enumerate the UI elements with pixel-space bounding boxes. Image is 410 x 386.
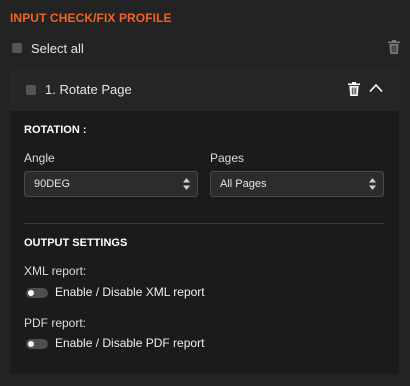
rotation-section-title: ROTATION : — [24, 124, 87, 136]
angle-select-value: 90DEG — [34, 178, 71, 190]
toggle-knob — [28, 290, 34, 296]
select-all-label: Select all — [31, 41, 84, 56]
pages-select-value: All Pages — [220, 178, 267, 190]
angle-select[interactable]: 90DEG — [24, 171, 198, 197]
trash-icon[interactable] — [388, 40, 400, 54]
angle-label: Angle — [24, 151, 55, 165]
chevron-up-icon[interactable] — [369, 83, 383, 93]
rotate-page-card: 1. Rotate Page ROTATION : Angle 90DEG Pa… — [10, 69, 399, 374]
select-all-row: Select all — [12, 40, 400, 58]
sort-arrows-icon — [369, 178, 376, 190]
card-header[interactable]: 1. Rotate Page — [10, 69, 399, 111]
card-title: 1. Rotate Page — [45, 82, 132, 97]
divider — [24, 223, 384, 224]
pages-select[interactable]: All Pages — [210, 171, 384, 197]
card-checkbox[interactable] — [26, 85, 36, 95]
toggle-knob — [28, 341, 34, 347]
xml-report-label: XML report: — [24, 264, 87, 278]
pdf-report-toggle[interactable] — [26, 339, 48, 349]
select-all-checkbox[interactable] — [12, 43, 22, 53]
xml-report-toggle[interactable] — [26, 288, 48, 298]
trash-icon[interactable] — [348, 82, 360, 96]
sort-arrows-icon — [183, 178, 190, 190]
pages-label: Pages — [210, 151, 245, 165]
page-title: INPUT CHECK/FIX PROFILE — [10, 11, 172, 25]
output-section-title: OUTPUT SETTINGS — [24, 237, 128, 249]
pdf-report-label: PDF report: — [24, 316, 87, 330]
xml-report-toggle-label: Enable / Disable XML report — [55, 285, 205, 299]
pdf-report-toggle-label: Enable / Disable PDF report — [55, 336, 205, 350]
